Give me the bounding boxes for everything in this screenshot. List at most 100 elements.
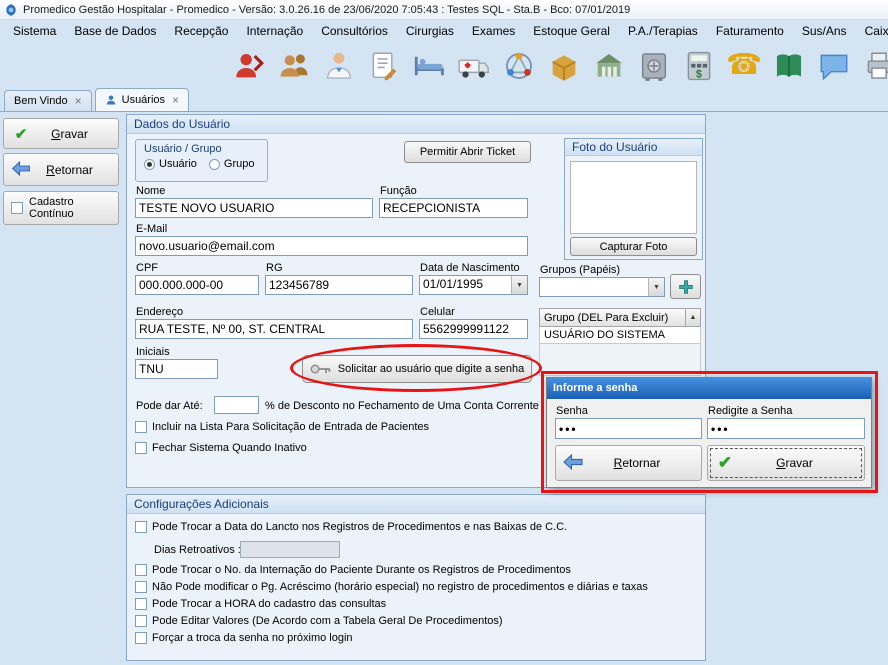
check-incluir-lista-box[interactable] bbox=[135, 421, 147, 433]
iniciais-input[interactable] bbox=[135, 359, 218, 379]
funcao-label: Função bbox=[380, 185, 417, 197]
menu-item-sus-ans[interactable]: Sus/Ans bbox=[793, 20, 856, 43]
permitir-abrir-ticket-button[interactable]: Permitir Abrir Ticket bbox=[404, 141, 531, 163]
email-label: E-Mail bbox=[136, 223, 167, 235]
logout-icon[interactable] bbox=[231, 48, 267, 84]
gravar-button[interactable]: ✔ Gravar bbox=[3, 118, 119, 149]
ambulance-icon[interactable] bbox=[456, 48, 492, 84]
password-dialog: Informe a senha Senha Redigite a Senha R… bbox=[546, 377, 872, 488]
chevron-down-icon[interactable]: ▼ bbox=[511, 276, 527, 294]
menu-item-caixa[interactable]: Caixa bbox=[856, 20, 888, 43]
grupo-list-item-label: USUÁRIO DO SISTEMA bbox=[544, 329, 665, 341]
retornar-label: Retornar bbox=[33, 163, 106, 177]
check-trocar-no-internacao-box[interactable] bbox=[135, 564, 147, 576]
user-photo-placeholder bbox=[570, 161, 697, 234]
doctor-icon[interactable] bbox=[321, 48, 357, 84]
rg-label: RG bbox=[266, 262, 283, 274]
phone-icon[interactable]: ☎ bbox=[726, 48, 762, 84]
tab-usuarios[interactable]: Usuários × bbox=[95, 88, 189, 111]
menu-item-base-de-dados[interactable]: Base de Dados bbox=[65, 20, 165, 43]
rg-input[interactable] bbox=[265, 275, 413, 295]
desconto-input[interactable] bbox=[214, 396, 259, 414]
menu-item-exames[interactable]: Exames bbox=[463, 20, 524, 43]
radio-grupo-control[interactable] bbox=[209, 159, 220, 170]
check-trocar-hora-consultas-label: Pode Trocar a HORA do cadastro das consu… bbox=[152, 598, 386, 610]
check-fechar-sistema-box[interactable] bbox=[135, 442, 147, 454]
add-grupo-button[interactable] bbox=[670, 274, 701, 299]
check-trocar-data-lancto-box[interactable] bbox=[135, 521, 147, 533]
user-data-panel-title: Dados do Usuário bbox=[127, 115, 705, 134]
dias-retroativos-input[interactable] bbox=[240, 541, 340, 558]
hospital-bed-icon[interactable] bbox=[411, 48, 447, 84]
radio-usuario-label: Usuário bbox=[159, 158, 197, 170]
check-editar-valores[interactable]: Pode Editar Valores (De Acordo com a Tab… bbox=[135, 615, 503, 627]
email-input[interactable] bbox=[135, 236, 528, 256]
menu-item-faturamento[interactable]: Faturamento bbox=[707, 20, 793, 43]
menu-item-sistema[interactable]: Sistema bbox=[4, 20, 65, 43]
senha-input[interactable] bbox=[555, 418, 702, 439]
celular-input[interactable] bbox=[419, 319, 528, 339]
stock-box-icon[interactable] bbox=[546, 48, 582, 84]
radio-grupo[interactable]: Grupo bbox=[209, 158, 255, 170]
check-trocar-hora-consultas-box[interactable] bbox=[135, 598, 147, 610]
check-nao-modificar-pg-acrescimo-box[interactable] bbox=[135, 581, 147, 593]
nascimento-value: 01/01/1995 bbox=[420, 276, 511, 294]
cpf-input[interactable] bbox=[135, 275, 259, 295]
check-nao-modificar-pg-acrescimo-label: Não Pode modificar o Pg. Acréscimo (horá… bbox=[152, 581, 648, 593]
finance-icon[interactable] bbox=[591, 48, 627, 84]
check-icon: ✔ bbox=[9, 125, 33, 143]
grupos-papeis-combo[interactable]: ▼ bbox=[539, 277, 665, 297]
nascimento-combo[interactable]: 01/01/1995 ▼ bbox=[419, 275, 528, 295]
retornar-button[interactable]: Retornar bbox=[3, 153, 119, 186]
check-trocar-hora-consultas[interactable]: Pode Trocar a HORA do cadastro das consu… bbox=[135, 598, 386, 610]
menu-item-estoque-geral[interactable]: Estoque Geral bbox=[524, 20, 619, 43]
radio-usuario-control[interactable] bbox=[144, 159, 155, 170]
users-group-icon[interactable] bbox=[276, 48, 312, 84]
cadastro-continuo-checkbox[interactable] bbox=[11, 202, 23, 214]
menu-item-cirurgias[interactable]: Cirurgias bbox=[397, 20, 463, 43]
endereco-input[interactable] bbox=[135, 319, 413, 339]
gravar-label: Gravar bbox=[33, 127, 106, 141]
chevron-down-icon[interactable]: ▼ bbox=[648, 278, 664, 296]
cadastro-continuo-toggle[interactable]: Cadastro Contínuo bbox=[3, 191, 119, 225]
menu-item-internacao[interactable]: Internação bbox=[237, 20, 312, 43]
grupo-list-header[interactable]: Grupo (DEL Para Excluir) ▲ bbox=[539, 308, 701, 327]
redigite-senha-input[interactable] bbox=[707, 418, 865, 439]
check-fechar-sistema[interactable]: Fechar Sistema Quando Inativo bbox=[135, 442, 307, 454]
dialog-gravar-button[interactable]: ✔ Gravar bbox=[707, 445, 865, 481]
password-dialog-title: Informe a senha bbox=[547, 378, 871, 399]
svg-text:$: $ bbox=[696, 68, 702, 80]
menu-item-consultorios[interactable]: Consultórios bbox=[312, 20, 397, 43]
safe-icon[interactable] bbox=[636, 48, 672, 84]
billing-calculator-icon[interactable]: $ bbox=[681, 48, 717, 84]
check-editar-valores-box[interactable] bbox=[135, 615, 147, 627]
capturar-foto-label: Capturar Foto bbox=[600, 241, 668, 253]
check-forcar-troca-senha[interactable]: Forçar a troca da senha no próximo login bbox=[135, 632, 353, 644]
check-trocar-no-internacao[interactable]: Pode Trocar o No. da Internação do Pacie… bbox=[135, 564, 571, 576]
prescription-icon[interactable] bbox=[366, 48, 402, 84]
network-icon[interactable] bbox=[501, 48, 537, 84]
close-icon[interactable]: × bbox=[172, 93, 179, 107]
check-incluir-lista[interactable]: Incluir na Lista Para Solicitação de Ent… bbox=[135, 421, 429, 433]
grupo-list-item[interactable]: USUÁRIO DO SISTEMA bbox=[539, 327, 701, 344]
tab-bem-vindo[interactable]: Bem Vindo × bbox=[4, 90, 92, 111]
nome-input[interactable] bbox=[135, 198, 373, 218]
capturar-foto-button[interactable]: Capturar Foto bbox=[570, 237, 697, 256]
arrow-left-icon bbox=[561, 454, 585, 473]
check-trocar-no-internacao-label: Pode Trocar o No. da Internação do Pacie… bbox=[152, 564, 571, 576]
ledger-book-icon[interactable] bbox=[771, 48, 807, 84]
funcao-input[interactable] bbox=[379, 198, 528, 218]
menu-item-recepcao[interactable]: Recepção bbox=[165, 20, 237, 43]
dialog-retornar-button[interactable]: Retornar bbox=[555, 445, 702, 481]
check-trocar-data-lancto[interactable]: Pode Trocar a Data do Lancto nos Registr… bbox=[135, 521, 567, 533]
solicitar-senha-button[interactable]: Solicitar ao usuário que digite a senha bbox=[302, 355, 532, 383]
check-nao-modificar-pg-acrescimo[interactable]: Não Pode modificar o Pg. Acréscimo (horá… bbox=[135, 581, 648, 593]
radio-usuario[interactable]: Usuário bbox=[144, 158, 197, 170]
check-forcar-troca-senha-box[interactable] bbox=[135, 632, 147, 644]
printer-icon[interactable] bbox=[861, 48, 888, 84]
menu-item-pa-terapias[interactable]: P.A./Terapias bbox=[619, 20, 707, 43]
close-icon[interactable]: × bbox=[75, 94, 82, 108]
check-fechar-sistema-label: Fechar Sistema Quando Inativo bbox=[152, 442, 307, 454]
collapse-up-icon[interactable]: ▲ bbox=[685, 309, 700, 326]
chat-icon[interactable] bbox=[816, 48, 852, 84]
